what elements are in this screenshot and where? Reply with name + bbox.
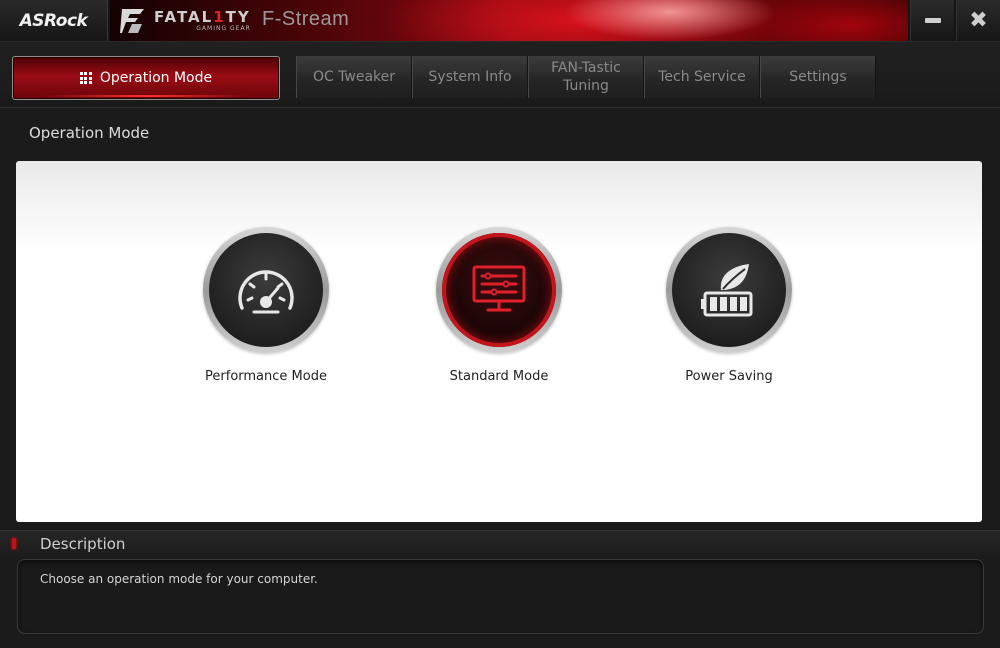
description-text: Choose an operation mode for your comput… (40, 572, 318, 586)
tab-operation-mode[interactable]: Operation Mode (12, 56, 280, 100)
mode-label: Standard Mode (449, 369, 549, 384)
monitor-icon (472, 265, 526, 312)
mode-label: Power Saving (685, 369, 773, 384)
leaf-battery-icon (701, 264, 753, 317)
tab-settings[interactable]: Settings (760, 56, 876, 98)
standard-mode-option[interactable]: Standard Mode (399, 227, 599, 384)
description-marker-icon (12, 538, 16, 549)
tab-label: Settings (789, 69, 847, 85)
section-title: Operation Mode (29, 124, 150, 142)
main-nav: Operation Mode OC Tweaker System Info FA… (0, 42, 1000, 108)
description-box (17, 559, 984, 634)
operation-mode-panel: Performance Mode Standard Mode Power Sav… (16, 161, 982, 522)
close-button[interactable]: ✖ (956, 0, 1000, 41)
app-title: F-Stream (262, 8, 350, 30)
tab-oc-tweaker[interactable]: OC Tweaker (296, 56, 412, 98)
performance-mode-option[interactable]: Performance Mode (166, 227, 366, 384)
title-bar: ASRock FATAL1TY GAMING GEAR F-Stream ✖ (0, 0, 1000, 42)
power-saving-option[interactable]: Power Saving (629, 227, 829, 384)
tab-fan-tastic-tuning[interactable]: FAN-Tastic Tuning (528, 56, 644, 98)
asrock-logo: ASRock (0, 0, 108, 41)
description-title: Description (40, 535, 126, 553)
minimize-icon (924, 18, 941, 23)
standard-mode-button[interactable] (436, 227, 562, 353)
tab-label: Tech Service (658, 69, 746, 85)
close-icon: ✖ (969, 8, 988, 33)
grid-icon (79, 72, 92, 84)
tab-label: Operation Mode (99, 70, 213, 86)
power-saving-button[interactable] (666, 227, 792, 353)
brand-name: ASRock (19, 10, 88, 31)
mode-label: Performance Mode (205, 369, 327, 384)
fatal1ty-emblem-icon (120, 9, 144, 33)
tab-strip: OC Tweaker System Info FAN-Tastic Tuning… (296, 56, 876, 98)
tab-label-line1: FAN-Tastic (551, 60, 621, 76)
tab-label: OC Tweaker (312, 69, 396, 85)
speedometer-icon (238, 270, 294, 314)
fatal1ty-logo: FATAL1TY GAMING GEAR (118, 5, 251, 37)
tab-label-line2: Tuning (563, 78, 609, 94)
tab-tech-service[interactable]: Tech Service (644, 56, 760, 98)
minimize-button[interactable] (910, 0, 954, 41)
gaming-gear-text: GAMING GEAR (196, 25, 251, 32)
header-banner: FATAL1TY GAMING GEAR F-Stream (110, 0, 908, 41)
tab-label: System Info (428, 69, 512, 85)
performance-mode-button[interactable] (203, 227, 329, 353)
fatal1ty-wordmark: FATAL1TY (154, 8, 251, 26)
description-header (0, 530, 1000, 558)
tab-system-info[interactable]: System Info (412, 56, 528, 98)
